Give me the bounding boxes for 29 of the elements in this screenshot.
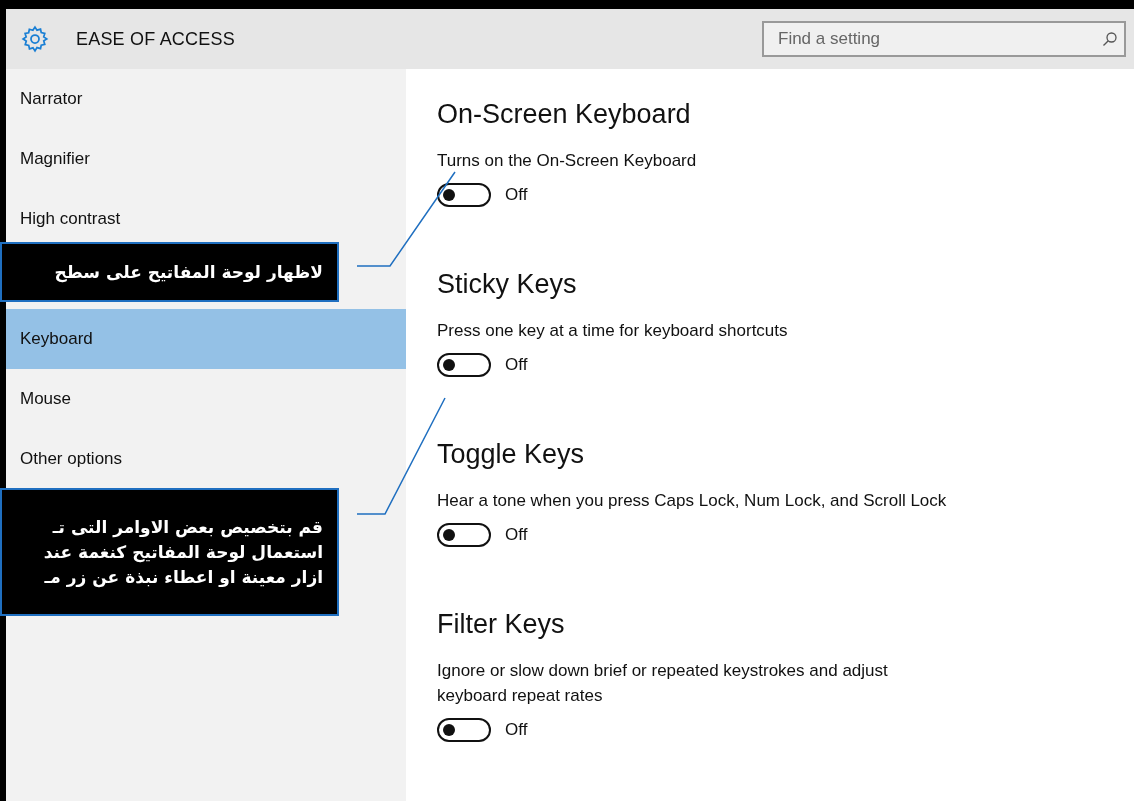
- section-description: Press one key at a time for keyboard shortcuts: [437, 320, 789, 342]
- page-title: EASE OF ACCESS: [76, 28, 236, 50]
- search-icon: [1102, 31, 1118, 47]
- search-input[interactable]: Find a setting: [776, 28, 1102, 50]
- callout-text: لاظهار لوحة المفاتيح على سطح: [54, 260, 323, 285]
- section-description: Hear a tone when you press Caps Lock, Num Lock, and Scroll Lock: [437, 490, 948, 512]
- sidebar-item[interactable]: Mouse: [20, 389, 72, 409]
- toggle-label: Off: [505, 355, 528, 375]
- search-field[interactable]: Find a setting: [762, 21, 1126, 57]
- section-description: Ignore or slow down brief or repeated keystrokes and adjust keyboard repeat rates: [437, 660, 889, 707]
- sidebar-item[interactable]: Other options: [20, 449, 123, 469]
- toggle-label: Off: [505, 525, 528, 545]
- toggle-switch[interactable]: [437, 718, 491, 742]
- settings-icon: [20, 24, 50, 54]
- toggle-label: Off: [505, 720, 528, 740]
- section-description: Turns on the On-Screen Keyboard: [437, 150, 698, 172]
- section-heading: Sticky Keys: [437, 269, 578, 300]
- sidebar-item[interactable]: Narrator: [20, 89, 83, 109]
- sidebar-item[interactable]: Magnifier: [20, 149, 90, 169]
- sidebar-item[interactable]: High contrast: [20, 209, 121, 229]
- toggle-switch[interactable]: [437, 523, 491, 547]
- section-heading: Toggle Keys: [437, 439, 586, 470]
- toggle-label: Off: [505, 185, 528, 205]
- section-heading: On-Screen Keyboard: [437, 99, 692, 130]
- callout-text: قم بتخصيص بعض الاوامر التى تـ استعمال لوحة المفاتيح كنغمة عند ازار معينة او اعطاء نبذة عن زر مـ: [43, 515, 323, 590]
- section-heading: Filter Keys: [437, 609, 566, 640]
- toggle-switch[interactable]: [437, 183, 491, 207]
- toggle-switch[interactable]: [437, 353, 491, 377]
- sidebar-item[interactable]: Keyboard: [20, 329, 93, 349]
